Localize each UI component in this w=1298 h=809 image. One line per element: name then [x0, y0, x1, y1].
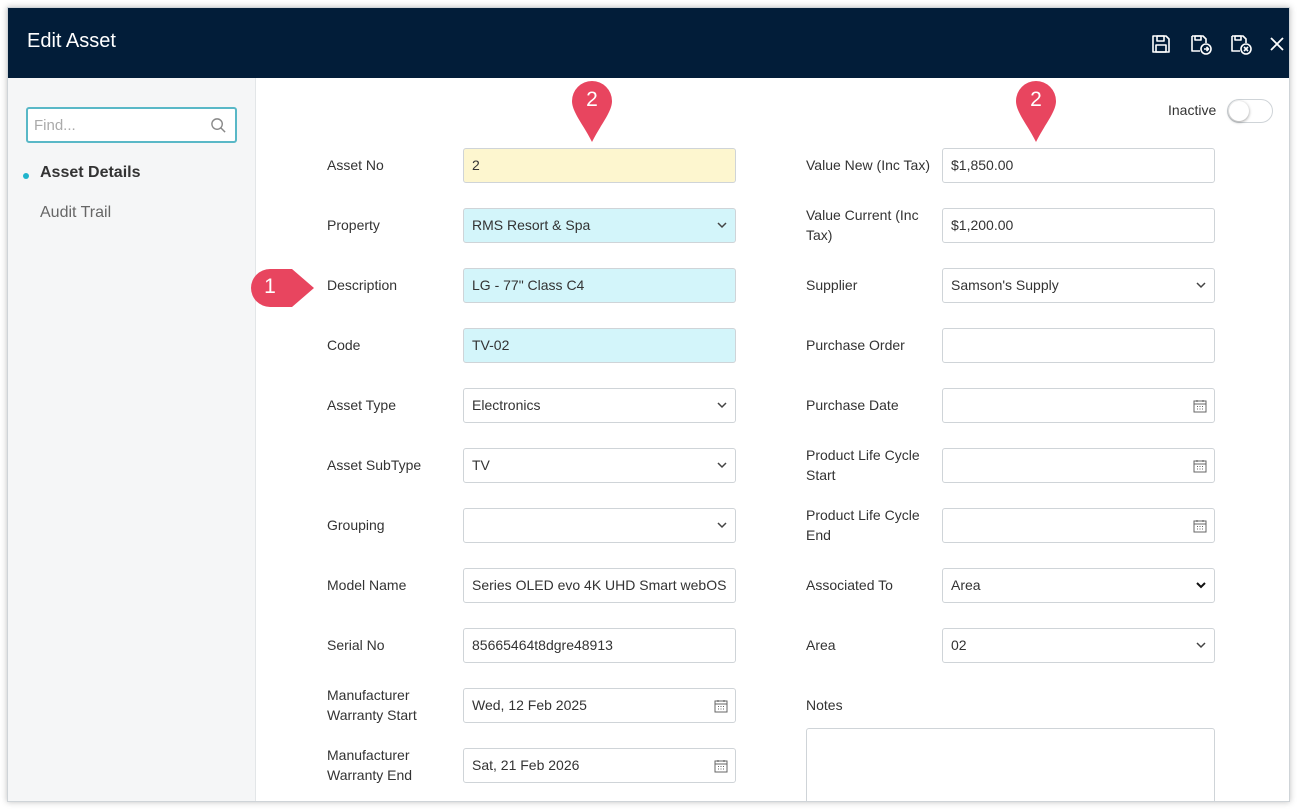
supplier-label: Supplier	[806, 277, 858, 293]
save-new-icon[interactable]	[1189, 32, 1213, 56]
annotation-marker-2b: 2	[1015, 80, 1057, 144]
asset-type-label: Asset Type	[327, 397, 397, 413]
property-value: RMS Resort & Spa	[472, 217, 591, 233]
notes-label: Notes	[806, 697, 843, 713]
save-icon[interactable]	[1149, 32, 1173, 56]
sidebar-item-audit-trail[interactable]: Audit Trail	[40, 204, 111, 222]
model-name-label: Model Name	[327, 577, 407, 593]
code-field[interactable]: TV-02	[463, 328, 736, 363]
annotation-number: 2	[1030, 88, 1042, 111]
inactive-toggle[interactable]	[1227, 99, 1273, 123]
chevron-down-icon	[1196, 582, 1206, 589]
warranty-end-date[interactable]: Sat, 21 Feb 2026	[463, 748, 736, 783]
supplier-value: Samson's Supply	[951, 277, 1059, 293]
warranty-start-label: Manufacturer Warranty Start	[327, 687, 417, 723]
dialog-title: Edit Asset	[27, 30, 116, 52]
chevron-down-icon	[717, 522, 727, 529]
find-box[interactable]	[26, 107, 237, 143]
purchase-date-label: Purchase Date	[806, 397, 899, 413]
area-select[interactable]: 02	[942, 628, 1215, 663]
warranty-start-date[interactable]: Wed, 12 Feb 2025	[463, 688, 736, 723]
serial-no-label: Serial No	[327, 637, 385, 653]
code-label: Code	[327, 337, 361, 353]
edit-asset-dialog: Edit Asset Find... Asset Details Audit T…	[7, 7, 1290, 802]
supplier-select[interactable]: Samson's Supply	[942, 268, 1215, 303]
warranty-end-label: Manufacturer Warranty End	[327, 747, 413, 783]
associated-to-select[interactable]: Area	[942, 568, 1215, 603]
notes-textarea[interactable]	[806, 728, 1215, 801]
plc-start-label: Product Life Cycle Start	[806, 447, 920, 483]
calendar-icon[interactable]	[714, 759, 728, 773]
asset-subtype-value: TV	[472, 457, 490, 473]
associated-to-label: Associated To	[806, 577, 893, 593]
grouping-label: Grouping	[327, 517, 385, 533]
model-name-field[interactable]: Series OLED evo 4K UHD Smart webOS	[463, 568, 736, 603]
value-new-field[interactable]: $1,850.00	[942, 148, 1215, 183]
chevron-down-icon	[717, 222, 727, 229]
annotation-number: 2	[586, 88, 598, 111]
active-indicator	[23, 173, 29, 179]
chevron-down-icon	[1196, 282, 1206, 289]
close-icon[interactable]	[1265, 32, 1289, 56]
dialog-header: Edit Asset	[8, 8, 1289, 78]
plc-end-label: Product Life Cycle End	[806, 507, 920, 543]
purchase-date-field[interactable]	[942, 388, 1215, 423]
grouping-select[interactable]	[463, 508, 736, 543]
description-label: Description	[327, 277, 398, 293]
associated-to-value: Area	[951, 577, 981, 593]
calendar-icon[interactable]	[1193, 459, 1207, 473]
plc-end-field[interactable]	[942, 508, 1215, 543]
property-label: Property	[327, 217, 380, 233]
chevron-down-icon	[717, 462, 727, 469]
sidebar: Asset Details Audit Trail	[8, 78, 256, 801]
purchase-order-label: Purchase Order	[806, 337, 905, 353]
annotation-marker-1: 1	[250, 267, 322, 309]
calendar-icon[interactable]	[714, 699, 728, 713]
serial-no-field[interactable]: 85665464t8dgre48913	[463, 628, 736, 663]
property-select[interactable]: RMS Resort & Spa	[463, 208, 736, 243]
chevron-down-icon	[1196, 642, 1206, 649]
asset-subtype-select[interactable]: TV	[463, 448, 736, 483]
calendar-icon[interactable]	[1193, 519, 1207, 533]
save-close-icon[interactable]	[1229, 32, 1253, 56]
description-field[interactable]: LG - 77" Class C4	[463, 268, 736, 303]
area-value: 02	[951, 637, 967, 653]
calendar-icon[interactable]	[1193, 399, 1207, 413]
inactive-label: Inactive	[1168, 102, 1217, 118]
asset-no-label: Asset No	[327, 157, 384, 173]
asset-form: Inactive Asset No 2 Property RMS Resort …	[251, 78, 1289, 801]
value-current-field[interactable]: $1,200.00	[942, 208, 1215, 243]
asset-type-value: Electronics	[472, 397, 541, 413]
area-label: Area	[806, 637, 836, 653]
asset-no-field[interactable]: 2	[463, 148, 736, 183]
annotation-marker-2a: 2	[571, 80, 613, 144]
annotation-number: 1	[264, 275, 276, 298]
warranty-end-value: Sat, 21 Feb 2026	[472, 757, 580, 773]
value-current-label: Value Current (Inc Tax)	[806, 207, 919, 243]
purchase-order-field[interactable]	[942, 328, 1215, 363]
search-icon[interactable]	[210, 117, 227, 134]
asset-type-select[interactable]: Electronics	[463, 388, 736, 423]
find-input[interactable]	[34, 114, 204, 136]
sidebar-item-asset-details[interactable]: Asset Details	[40, 164, 141, 182]
chevron-down-icon	[717, 402, 727, 409]
plc-start-field[interactable]	[942, 448, 1215, 483]
asset-subtype-label: Asset SubType	[327, 457, 422, 473]
value-new-label: Value New (Inc Tax)	[806, 157, 930, 173]
warranty-start-value: Wed, 12 Feb 2025	[472, 697, 587, 713]
